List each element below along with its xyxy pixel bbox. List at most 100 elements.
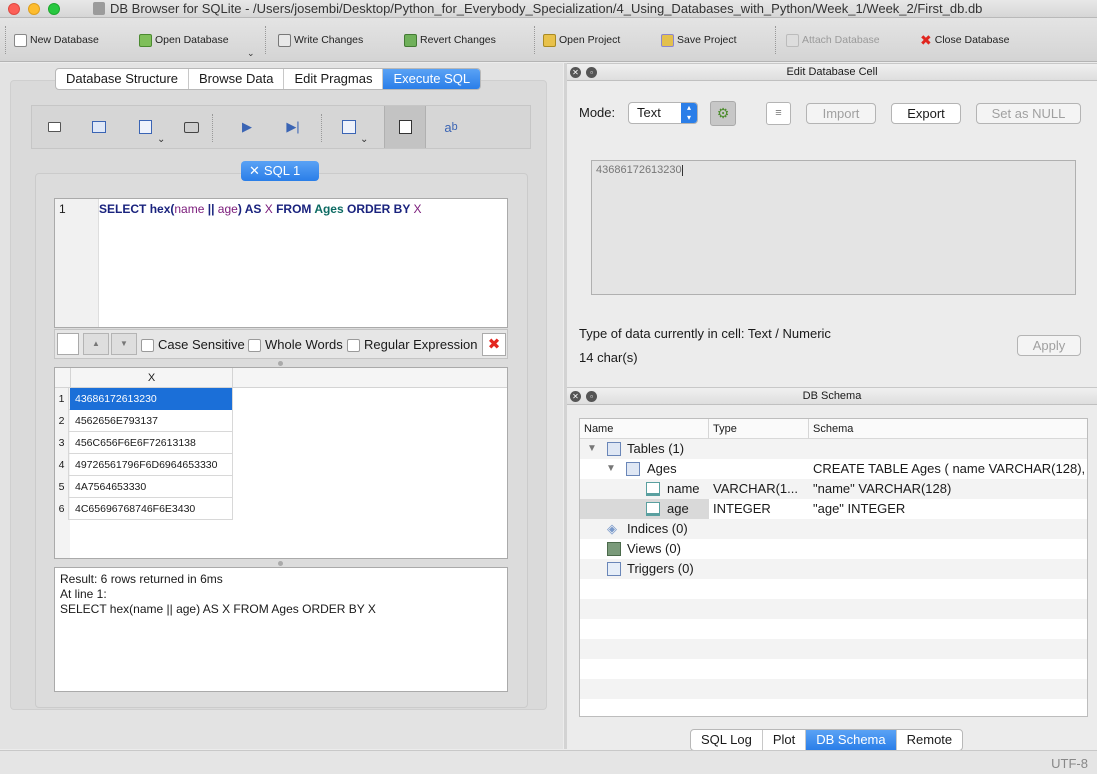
at-line-message: At line 1: bbox=[60, 587, 107, 601]
tree-item-triggers[interactable]: Triggers (0) bbox=[580, 559, 1087, 579]
save-results-icon[interactable] bbox=[338, 116, 360, 138]
expand-arrow-icon[interactable]: ▼ bbox=[606, 459, 616, 479]
cell-value: 43686172613230 bbox=[596, 164, 682, 176]
mode-select[interactable]: Text ▴ ▾ bbox=[628, 102, 698, 124]
expand-arrow-icon[interactable]: ▼ bbox=[587, 439, 597, 459]
find-text-icon[interactable] bbox=[394, 116, 416, 138]
find-input[interactable] bbox=[57, 333, 79, 355]
open-database-label: Open Database bbox=[155, 34, 229, 46]
main-tabs: Database Structure Browse Data Edit Prag… bbox=[55, 68, 482, 90]
tab-browse-data[interactable]: Browse Data bbox=[189, 69, 285, 89]
schema-header-name[interactable]: Name bbox=[580, 419, 709, 439]
find-replace-icon[interactable]: ab bbox=[440, 116, 462, 138]
table-row[interactable]: 3 456C656F6E6F72613138 bbox=[55, 432, 233, 454]
attach-database-button[interactable]: Attach Database bbox=[786, 30, 880, 50]
find-previous-button[interactable]: ▲ bbox=[83, 333, 109, 355]
attach-database-icon bbox=[786, 33, 799, 47]
close-database-button[interactable]: ✖ Close Database bbox=[920, 30, 1009, 50]
regex-checkbox[interactable]: Regular Expression bbox=[347, 337, 477, 353]
close-find-icon[interactable]: ✖ bbox=[482, 333, 506, 356]
close-window-button[interactable] bbox=[8, 3, 20, 15]
tab-sql-log[interactable]: SQL Log bbox=[691, 730, 763, 750]
case-sensitive-checkbox[interactable]: Case Sensitive bbox=[141, 337, 245, 353]
write-changes-icon bbox=[278, 33, 291, 47]
field-icon bbox=[646, 482, 660, 496]
tree-item-name-column[interactable]: name VARCHAR(1... "name" VARCHAR(128) bbox=[580, 479, 1087, 499]
new-database-button[interactable]: New Database bbox=[14, 30, 99, 50]
schema-header-type[interactable]: Type bbox=[709, 419, 809, 439]
db-schema-header: ✕ ▫ DB Schema bbox=[567, 387, 1097, 405]
open-tab-icon[interactable] bbox=[43, 116, 65, 138]
select-arrows-icon: ▴ ▾ bbox=[681, 103, 697, 123]
splitter-handle[interactable] bbox=[278, 561, 283, 566]
tab-db-schema[interactable]: DB Schema bbox=[806, 730, 897, 750]
export-button[interactable]: Export bbox=[891, 103, 961, 124]
tag-icon: ◈ bbox=[607, 521, 617, 536]
open-sql-file-icon[interactable] bbox=[88, 116, 110, 138]
cell-editor[interactable]: 43686172613230 bbox=[591, 160, 1076, 295]
find-next-button[interactable]: ▼ bbox=[111, 333, 137, 355]
tab-execute-sql[interactable]: Execute SQL bbox=[383, 69, 481, 89]
zoom-window-button[interactable] bbox=[48, 3, 60, 15]
execute-line-icon[interactable]: ▶| bbox=[282, 116, 304, 138]
table-row[interactable]: 6 4C65696768746F6E3430 bbox=[55, 498, 233, 520]
line-number-gutter: 1 bbox=[55, 199, 99, 327]
minimize-window-button[interactable] bbox=[28, 3, 40, 15]
write-changes-button[interactable]: Write Changes bbox=[278, 30, 363, 50]
tab-remote[interactable]: Remote bbox=[897, 730, 963, 750]
save-project-button[interactable]: Save Project bbox=[661, 30, 737, 50]
auto-switch-mode-icon[interactable]: ⚙ bbox=[710, 101, 736, 126]
sql-editor[interactable]: 1 SELECT hex(name || age) AS X FROM Ages… bbox=[54, 198, 508, 328]
sql-toolbar: ⌄ ▶ ▶| ⌄ ab bbox=[31, 105, 531, 149]
save-results-dropdown-icon[interactable]: ⌄ bbox=[360, 134, 368, 145]
column-header-x[interactable]: X bbox=[70, 368, 233, 388]
save-sql-file-icon[interactable] bbox=[134, 116, 156, 138]
import-button[interactable]: Import bbox=[806, 103, 876, 124]
tab-database-structure[interactable]: Database Structure bbox=[56, 69, 190, 89]
window-title: DB Browser for SQLite - /Users/josembi/D… bbox=[110, 1, 983, 16]
revert-changes-button[interactable]: Revert Changes bbox=[404, 30, 496, 50]
float-dock-icon[interactable]: ▫ bbox=[586, 391, 597, 402]
tab-edit-pragmas[interactable]: Edit Pragmas bbox=[284, 69, 384, 89]
edit-cell-title: Edit Database Cell bbox=[786, 66, 878, 78]
open-project-button[interactable]: Open Project bbox=[543, 30, 620, 50]
table-row[interactable]: 4 49726561796F6D6964653330 bbox=[55, 454, 233, 476]
cell-type-info: Type of data currently in cell: Text / N… bbox=[579, 326, 831, 341]
splitter-handle[interactable] bbox=[278, 361, 283, 366]
encoding-indicator: UTF-8 bbox=[1051, 756, 1088, 771]
script-icon bbox=[607, 562, 621, 576]
float-dock-icon[interactable]: ▫ bbox=[586, 67, 597, 78]
close-dock-icon[interactable]: ✕ bbox=[570, 391, 581, 402]
schema-header-schema[interactable]: Schema bbox=[809, 419, 1087, 439]
tab-plot[interactable]: Plot bbox=[763, 730, 807, 750]
document-icon bbox=[93, 2, 105, 15]
close-dock-icon[interactable]: ✕ bbox=[570, 67, 581, 78]
tree-item-views[interactable]: Views (0) bbox=[580, 539, 1087, 559]
close-database-icon: ✖ bbox=[920, 31, 932, 48]
open-database-dropdown-icon[interactable]: ⌄ bbox=[247, 48, 255, 59]
tree-item-indices[interactable]: ◈ Indices (0) bbox=[580, 519, 1087, 539]
tree-item-tables[interactable]: ▼ Tables (1) bbox=[580, 439, 1087, 459]
tree-item-age-column[interactable]: age INTEGER "age" INTEGER bbox=[580, 499, 1087, 519]
print-icon[interactable] bbox=[180, 116, 202, 138]
mode-label: Mode: bbox=[579, 105, 616, 120]
execute-all-icon[interactable]: ▶ bbox=[236, 116, 258, 138]
whole-words-checkbox[interactable]: Whole Words bbox=[248, 337, 343, 353]
title-bar: DB Browser for SQLite - /Users/josembi/D… bbox=[0, 0, 1097, 18]
table-row[interactable]: 1 43686172613230 bbox=[55, 388, 233, 410]
set-null-button[interactable]: Set as NULL bbox=[976, 103, 1081, 124]
tree-item-ages[interactable]: ▼ Ages CREATE TABLE Ages ( name VARCHAR(… bbox=[580, 459, 1087, 479]
word-wrap-icon[interactable]: ≡ bbox=[766, 102, 791, 125]
sql-tab-1[interactable]: ✕ SQL 1 bbox=[241, 161, 319, 181]
save-project-label: Save Project bbox=[677, 34, 737, 46]
selected-cell[interactable]: 43686172613230 bbox=[70, 388, 233, 410]
open-database-button[interactable]: Open Database bbox=[139, 30, 229, 50]
results-grid: X 1 43686172613230 2 4562656E793137 3 456C6… bbox=[54, 367, 508, 559]
edit-cell-header: ✕ ▫ Edit Database Cell bbox=[567, 63, 1097, 81]
save-sql-dropdown-icon[interactable]: ⌄ bbox=[157, 134, 165, 145]
close-tab-icon[interactable]: ✕ bbox=[249, 163, 260, 178]
apply-button[interactable]: Apply bbox=[1017, 335, 1081, 356]
panel-splitter[interactable] bbox=[564, 63, 567, 749]
table-row[interactable]: 5 4A7564653330 bbox=[55, 476, 233, 498]
table-row[interactable]: 2 4562656E793137 bbox=[55, 410, 233, 432]
